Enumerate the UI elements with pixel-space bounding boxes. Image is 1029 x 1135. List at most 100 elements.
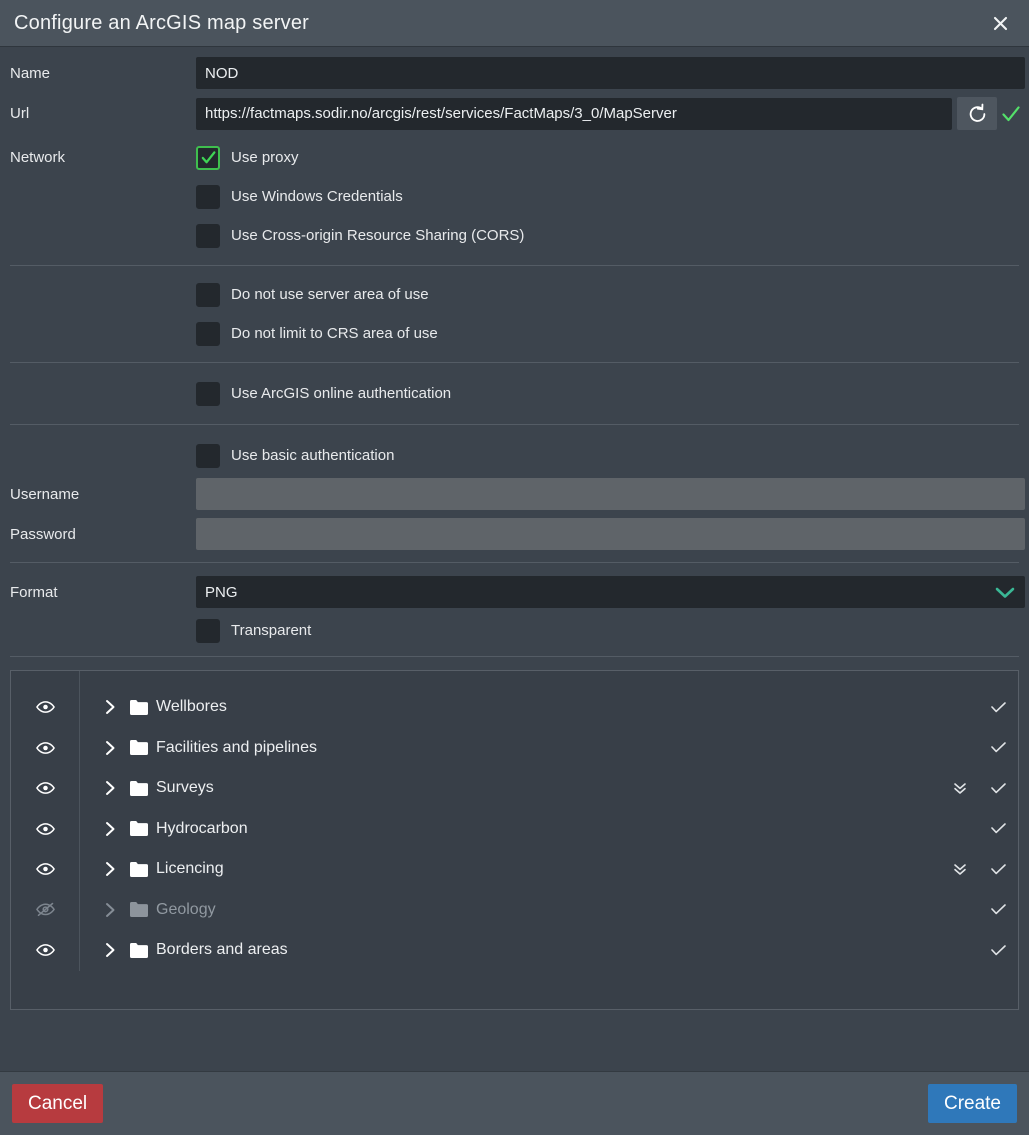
basic-auth-row: Use basic authentication [0, 436, 1029, 475]
table-row[interactable]: Surveys [11, 768, 1018, 809]
checkbox-use-cors[interactable]: Use Cross-origin Resource Sharing (CORS) [196, 223, 524, 248]
layer-checkmark-icon[interactable] [990, 944, 1006, 956]
url-input[interactable] [196, 97, 952, 130]
checkbox-label: Use ArcGIS online authentication [231, 385, 452, 402]
eye-icon[interactable] [11, 700, 79, 714]
layer-checkmark-icon[interactable] [990, 782, 1006, 794]
checkbox-box [196, 381, 220, 406]
checkbox-use-windows-credentials[interactable]: Use Windows Credentials [196, 184, 403, 209]
name-label: Name [10, 64, 51, 82]
chevron-right-icon[interactable] [93, 861, 127, 877]
chevron-right-icon[interactable] [93, 740, 127, 756]
checkbox-label: Do not limit to CRS area of use [231, 325, 438, 342]
username-label: Username [10, 485, 80, 503]
folder-icon [127, 699, 151, 715]
table-row[interactable]: Licencing [11, 849, 1018, 890]
url-row: Url [0, 97, 1029, 130]
checkbox-box [196, 145, 220, 170]
checkbox-arcgis-online-authentication[interactable]: Use ArcGIS online authentication [196, 381, 452, 406]
url-valid-checkmark-icon [997, 97, 1025, 130]
checkbox-use-basic-authentication[interactable]: Use basic authentication [196, 443, 394, 468]
checkbox-no-crs-area-of-use[interactable]: Do not limit to CRS area of use [196, 321, 438, 346]
chevron-right-icon[interactable] [93, 699, 127, 715]
layer-name: Licencing [156, 860, 224, 878]
layer-actions [952, 781, 1006, 795]
format-label: Format [10, 583, 58, 601]
network-row-0: Network Use proxy [0, 138, 1029, 177]
folder-icon [127, 821, 151, 837]
layer-tree-panel: Wellbores Facilities and pipelines Surve… [10, 670, 1019, 1010]
folder-icon [127, 902, 151, 918]
eye-icon[interactable] [11, 862, 79, 876]
layer-checkmark-icon[interactable] [990, 701, 1006, 713]
table-row[interactable]: Facilities and pipelines [11, 728, 1018, 769]
table-row[interactable]: Borders and areas [11, 930, 1018, 971]
layer-checkmark-icon[interactable] [990, 742, 1006, 753]
network-row-1: Use Windows Credentials [0, 177, 1029, 216]
checkbox-label: Transparent [231, 622, 312, 639]
layer-actions [952, 701, 1006, 713]
cancel-button[interactable]: Cancel [12, 1083, 104, 1124]
arcgis-auth-group: Use ArcGIS online authentication [0, 363, 1029, 424]
divider-5 [10, 656, 1019, 657]
close-icon[interactable] [985, 8, 1015, 38]
checkbox-label: Do not use server area of use [231, 286, 429, 303]
basic-auth-group: Use basic authentication Username Passwo… [0, 425, 1029, 562]
layer-checkmark-icon[interactable] [990, 863, 1006, 875]
checkbox-box [196, 443, 220, 468]
dialog-footer: Cancel Create [0, 1071, 1029, 1135]
password-label: Password [10, 525, 76, 543]
legend-toggle-icon[interactable] [952, 862, 968, 876]
folder-icon [127, 861, 151, 877]
folder-icon [127, 942, 151, 958]
chevron-down-icon [994, 585, 1016, 600]
url-label: Url [10, 105, 30, 122]
checkbox-use-proxy[interactable]: Use proxy [196, 145, 299, 170]
username-row: Username [0, 478, 1029, 510]
checkbox-box [196, 223, 220, 248]
checkbox-label: Use Windows Credentials [231, 188, 403, 205]
password-row: Password [0, 518, 1029, 550]
checkbox-no-server-area-of-use[interactable]: Do not use server area of use [196, 282, 429, 307]
format-group: Format PNG Transparent [0, 563, 1029, 650]
layer-actions [952, 862, 1006, 876]
network-label: Network [10, 149, 66, 166]
area-row-0: Do not use server area of use [0, 275, 1029, 314]
legend-toggle-icon[interactable] [952, 781, 968, 795]
table-row[interactable]: Hydrocarbon [11, 809, 1018, 850]
password-input[interactable] [196, 518, 1025, 550]
layer-name: Wellbores [156, 698, 227, 716]
name-input[interactable] [196, 57, 1025, 89]
area-of-use-group: Do not use server area of use Do not lim… [0, 266, 1029, 362]
layer-checkmark-icon[interactable] [990, 904, 1006, 915]
eye-icon[interactable] [11, 781, 79, 795]
table-row[interactable]: Wellbores [11, 687, 1018, 728]
username-input[interactable] [196, 478, 1025, 510]
dialog-titlebar: Configure an ArcGIS map server [0, 0, 1029, 47]
layer-checkmark-icon[interactable] [990, 823, 1006, 834]
chevron-right-icon[interactable] [93, 780, 127, 796]
format-select-value: PNG [205, 583, 238, 601]
configure-arcgis-dialog: Configure an ArcGIS map server Name Url [0, 0, 1029, 1135]
format-select[interactable]: PNG [196, 576, 1025, 608]
table-row[interactable]: Geology [11, 890, 1018, 931]
refresh-icon[interactable] [957, 97, 997, 130]
create-button[interactable]: Create [927, 1083, 1017, 1124]
layer-actions [952, 742, 1006, 753]
eye-column-divider [79, 671, 80, 971]
dialog-title: Configure an ArcGIS map server [14, 11, 310, 34]
checkbox-transparent[interactable]: Transparent [196, 618, 312, 643]
eye-icon[interactable] [11, 943, 79, 957]
network-row-2: Use Cross-origin Resource Sharing (CORS) [0, 216, 1029, 255]
layer-actions [952, 823, 1006, 834]
eye-icon[interactable] [11, 822, 79, 836]
chevron-right-icon[interactable] [93, 821, 127, 837]
format-row: Format PNG [0, 576, 1029, 608]
chevron-right-icon[interactable] [93, 942, 127, 958]
eye-icon[interactable] [11, 741, 79, 755]
chevron-right-icon[interactable] [93, 902, 127, 918]
eye-off-icon[interactable] [11, 902, 79, 917]
layer-name: Surveys [156, 779, 214, 797]
layer-actions [952, 944, 1006, 956]
checkbox-box [196, 618, 220, 643]
